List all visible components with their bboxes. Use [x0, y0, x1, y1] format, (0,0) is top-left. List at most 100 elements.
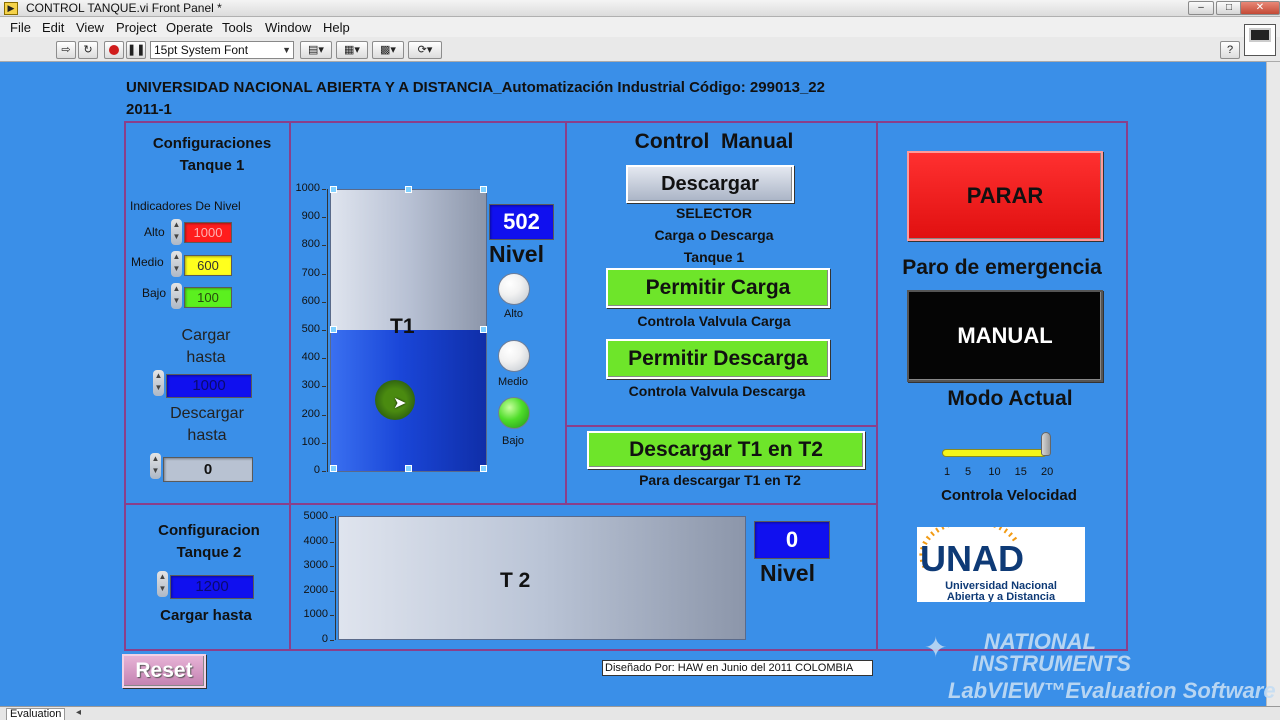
scale-label: 0 [313, 464, 320, 476]
indicators-title: Indicadores De Nivel [130, 199, 241, 213]
descargar-hasta-spinner[interactable]: ▲ ▼ [150, 453, 161, 479]
alto-spinner[interactable]: ▲ ▼ [171, 219, 182, 245]
descargar-hasta-input[interactable]: 0 [163, 457, 253, 482]
logo-line-2: Abierta y a Distancia [947, 591, 1056, 602]
selection-handle[interactable] [480, 326, 487, 333]
run-continuously-icon[interactable]: ↻ [78, 41, 98, 59]
t2-cargar-hasta-input[interactable]: 1200 [170, 575, 254, 599]
scale-label: 0 [321, 633, 328, 645]
config-t1-frame [124, 121, 291, 505]
config-t1-title-1: Configuraciones [152, 135, 272, 152]
menu-edit[interactable]: Edit [42, 20, 64, 35]
reset-button[interactable]: Reset [122, 654, 206, 688]
bajo-spinner[interactable]: ▲ ▼ [171, 283, 182, 309]
font-select[interactable]: 15pt System Font ▼ [150, 41, 294, 59]
labview-app-icon: ▶ [4, 2, 18, 15]
tank2-level-display: 0 [754, 521, 830, 559]
speed-slider-track[interactable] [942, 449, 1047, 457]
header-title: UNIVERSIDAD NACIONAL ABIERTA Y A DISTANC… [126, 79, 825, 96]
scale-label: 1000 [295, 182, 320, 194]
menu-view[interactable]: View [76, 20, 104, 35]
reorder-icon[interactable]: ⟳▾ [408, 41, 442, 59]
menu-help[interactable]: Help [323, 20, 350, 35]
medio-spinner[interactable]: ▲ ▼ [171, 251, 182, 277]
led-medio-label: Medio [498, 376, 528, 388]
minimize-button[interactable]: – [1188, 1, 1214, 15]
maximize-button[interactable]: □ [1216, 1, 1242, 15]
selection-handle[interactable] [405, 465, 412, 472]
scale-tick [322, 245, 326, 247]
medio-input[interactable]: 600 [184, 255, 232, 276]
vertical-scrollbar[interactable] [1266, 62, 1280, 706]
descargar-button[interactable]: Descargar [626, 165, 794, 203]
config-t2-title-1: Configuracion [158, 522, 260, 539]
t2-cargar-hasta-spinner[interactable]: ▲ ▼ [157, 571, 168, 597]
slider-tick-label: 5 [964, 466, 972, 478]
selection-handle[interactable] [330, 465, 337, 472]
led-bajo-label: Bajo [502, 435, 525, 447]
resize-objects-icon[interactable]: ▩▾ [372, 41, 404, 59]
selection-handle[interactable] [480, 186, 487, 193]
monitor-icon [1249, 28, 1271, 42]
pause-icon[interactable]: ❚❚ [126, 41, 146, 59]
cargar-label-2: hasta [186, 349, 226, 366]
tank2-level-label: Nivel [760, 560, 815, 586]
menu-project[interactable]: Project [116, 20, 156, 35]
cargar-hasta-spinner[interactable]: ▲ ▼ [153, 370, 164, 396]
selection-handle[interactable] [330, 186, 337, 193]
slider-tick-label: 15 [1014, 466, 1027, 478]
scale-label: 900 [301, 210, 320, 223]
status-bar: Evaluation ◂ [0, 706, 1280, 720]
menu-tools[interactable]: Tools [222, 20, 252, 35]
permitir-descarga-button[interactable]: Permitir Descarga [606, 339, 830, 379]
chevron-down-icon: ▼ [282, 45, 291, 55]
scale-label: 3000 [303, 559, 328, 572]
evaluation-label: Evaluation [6, 708, 66, 720]
menu-file[interactable]: File [10, 20, 31, 35]
transfer-caption: Para descargar T1 en T2 [639, 472, 801, 488]
scale-label: 500 [301, 323, 320, 335]
alto-input[interactable]: 1000 [184, 222, 232, 243]
parar-button[interactable]: PARAR [907, 151, 1103, 241]
scale-tick [322, 301, 326, 303]
selection-handle[interactable] [480, 465, 487, 472]
align-objects-icon[interactable]: ▤▾ [300, 41, 332, 59]
selection-handle[interactable] [405, 186, 412, 193]
cargar-hasta-input[interactable]: 1000 [166, 374, 252, 398]
controla-velocidad-caption: Controla Velocidad [941, 487, 1077, 504]
scale-label: 600 [301, 294, 320, 307]
abort-icon[interactable] [104, 41, 124, 59]
scale-label: 5000 [303, 510, 328, 522]
paro-emergencia-caption: Paro de emergencia [902, 256, 1102, 279]
watermark-instruments: INSTRUMENTS [972, 651, 1131, 676]
config-t2-title-2: Tanque 2 [176, 544, 242, 561]
slider-tick-label: 20 [1041, 466, 1054, 478]
permitir-carga-button[interactable]: Permitir Carga [606, 268, 830, 308]
menu-operate[interactable]: Operate [166, 20, 213, 35]
close-button[interactable]: ✕ [1240, 1, 1280, 15]
run-arrow-icon[interactable]: ⇨ [56, 41, 76, 59]
window-titlebar: ▶ CONTROL TANQUE.vi Front Panel * – □ ✕ [0, 0, 1280, 17]
descargar-label-2: hasta [187, 427, 227, 444]
control-manual-title: Control Manual [634, 130, 794, 153]
scale-label: 100 [301, 435, 320, 448]
tank1-name: T1 [390, 315, 415, 338]
selection-handle[interactable] [330, 326, 337, 333]
slider-tick-label: 10 [988, 466, 1001, 478]
bajo-input[interactable]: 100 [184, 287, 232, 308]
scroll-left-icon[interactable]: ◂ [76, 707, 81, 718]
tank2-name: T 2 [500, 569, 531, 592]
watermark-labview: LabVIEW™Evaluation Software [948, 678, 1276, 703]
descargar-t1-t2-button[interactable]: Descargar T1 en T2 [587, 431, 865, 469]
distribute-objects-icon[interactable]: ▦▾ [336, 41, 368, 59]
scale-tick [322, 217, 326, 219]
scale-tick [322, 414, 326, 416]
speed-slider-thumb[interactable] [1041, 432, 1051, 456]
cargar-label-1: Cargar [181, 327, 231, 344]
valvula-descarga-caption: Controla Valvula Descarga [628, 383, 806, 399]
menu-window[interactable]: Window [265, 20, 311, 35]
context-help-button[interactable]: ? [1220, 41, 1240, 59]
manual-mode-button[interactable]: MANUAL [907, 290, 1103, 382]
toolbar: ⇨ ↻ ❚❚ 15pt System Font ▼ ▤▾ ▦▾ ▩▾ ⟳▾ ? [0, 37, 1280, 62]
ni-eagle-icon: ✦ [924, 632, 948, 663]
